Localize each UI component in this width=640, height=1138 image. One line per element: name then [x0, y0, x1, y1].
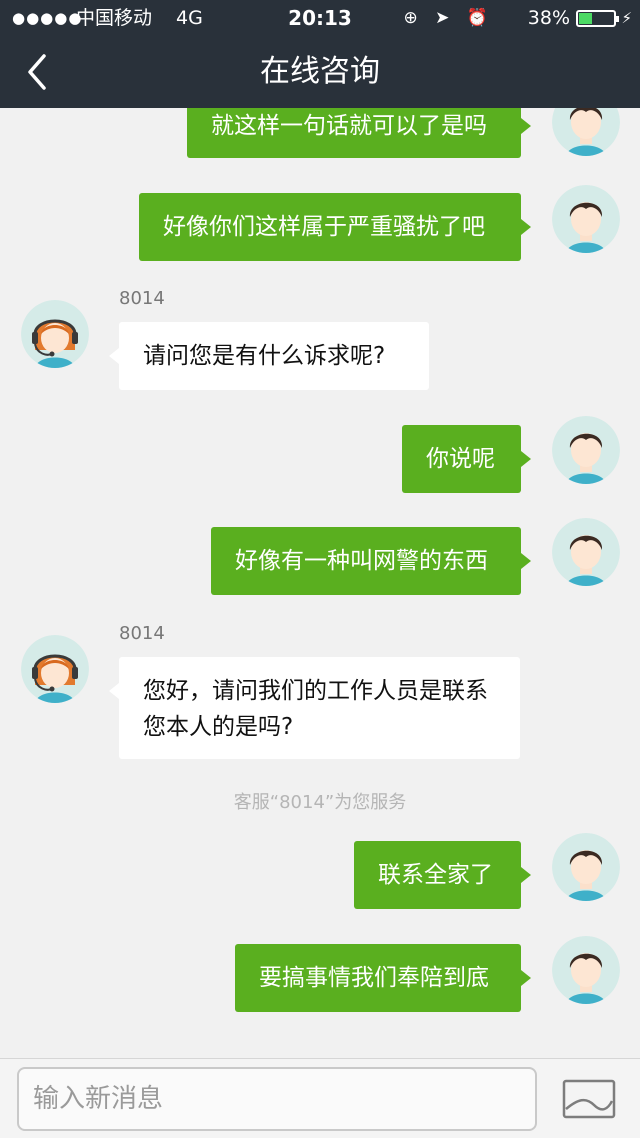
user-avatar[interactable] [552, 518, 620, 586]
nav-bar: 在线咨询 [0, 36, 640, 108]
battery-icon [576, 10, 619, 27]
battery-level [579, 13, 592, 24]
page-title: 在线咨询 [260, 54, 380, 89]
outgoing-message[interactable]: 要搞事情我们奉陪到底 [235, 944, 531, 1012]
charging-icon: ⚡ [621, 9, 632, 27]
boy-face-icon [552, 108, 620, 156]
agent-avatar[interactable] [21, 635, 89, 703]
battery-percent: 38% [527, 7, 570, 29]
outgoing-message[interactable]: 好像有一种叫网警的东西 [211, 527, 531, 595]
service-notice: 客服“8014”为您服务 [233, 792, 407, 813]
user-avatar[interactable] [552, 108, 620, 156]
boy-face-icon [552, 833, 620, 901]
agent-avatar[interactable] [21, 300, 89, 368]
outgoing-message[interactable]: 联系全家了 [354, 841, 531, 909]
user-avatar[interactable] [552, 185, 620, 253]
boy-face-icon [552, 185, 620, 253]
image-button[interactable] [562, 1079, 616, 1119]
top-bar: ●●●●● 中国移动 4G 20:13 ⊕ ➤ ⏰ 38% ⚡ 在线咨询 [0, 0, 640, 108]
boy-face-icon [552, 936, 620, 1004]
boy-face-icon [552, 518, 620, 586]
boy-face-icon [552, 416, 620, 484]
user-avatar[interactable] [552, 936, 620, 1004]
outgoing-message[interactable]: 好像你们这样属于严重骚扰了吧 [139, 193, 531, 261]
incoming-message[interactable]: 您好，请问我们的工作人员是联系您本人的是吗? [109, 657, 520, 759]
chat-area[interactable]: 就这样一句话就可以了是吗 好像你们这样属于严重骚扰了吧 8014 请问您是有什么… [0, 108, 640, 1058]
user-avatar[interactable] [552, 416, 620, 484]
sender-name: 8014 [119, 288, 165, 309]
message-input[interactable] [17, 1067, 537, 1131]
outgoing-message[interactable]: 你说呢 [402, 425, 531, 493]
sender-name: 8014 [119, 623, 165, 644]
outgoing-message[interactable]: 就这样一句话就可以了是吗 [187, 108, 531, 158]
user-avatar[interactable] [552, 833, 620, 901]
incoming-message[interactable]: 请问您是有什么诉求呢? [109, 322, 429, 390]
status-icons: ⊕ ➤ ⏰ [403, 8, 494, 28]
input-bar [0, 1058, 640, 1138]
image-icon [562, 1079, 616, 1119]
agent-face-icon [21, 300, 89, 368]
status-bar: ●●●●● 中国移动 4G 20:13 ⊕ ➤ ⏰ 38% ⚡ [0, 0, 640, 36]
agent-face-icon [21, 635, 89, 703]
